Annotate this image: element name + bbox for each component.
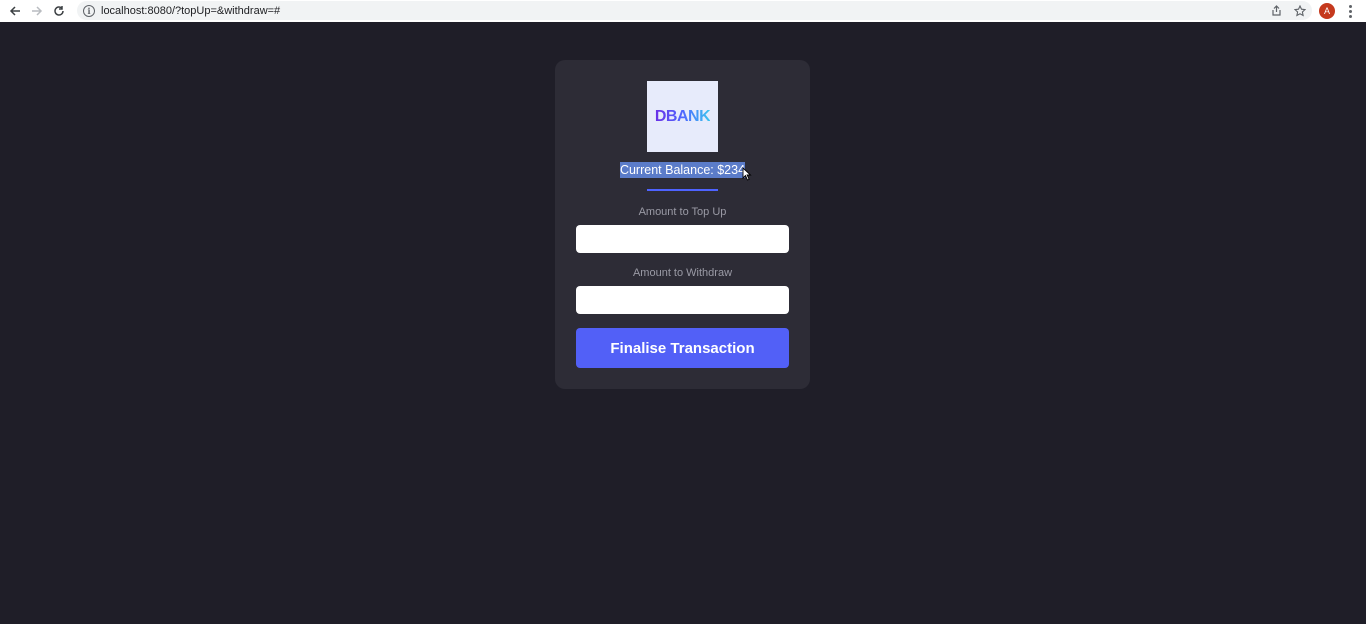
forward-arrow-icon[interactable] xyxy=(26,0,48,22)
share-icon[interactable] xyxy=(1268,3,1284,19)
profile-avatar[interactable]: A xyxy=(1319,3,1335,19)
bank-card: DBANK Current Balance: $234 Amount to To… xyxy=(555,60,810,389)
current-balance: Current Balance: $234 xyxy=(619,162,746,178)
dbank-logo: DBANK xyxy=(647,81,718,152)
url-text[interactable]: localhost:8080/?topUp=&withdraw=# xyxy=(101,5,280,17)
balance-row: Current Balance: $234 xyxy=(555,161,810,179)
topup-input[interactable] xyxy=(576,225,789,253)
address-bar[interactable]: i localhost:8080/?topUp=&withdraw=# xyxy=(77,1,1312,20)
topup-label: Amount to Top Up xyxy=(638,206,727,218)
withdraw-input[interactable] xyxy=(576,286,789,314)
logo-text: DBANK xyxy=(654,107,711,125)
more-vertical-icon[interactable] xyxy=(1343,2,1357,20)
reload-icon[interactable] xyxy=(48,0,70,22)
divider-line xyxy=(647,189,718,191)
star-icon[interactable] xyxy=(1292,3,1308,19)
finalise-transaction-button[interactable]: Finalise Transaction xyxy=(576,328,789,368)
info-icon[interactable]: i xyxy=(83,4,95,17)
back-arrow-icon[interactable] xyxy=(4,0,26,22)
withdraw-label: Amount to Withdraw xyxy=(632,267,733,279)
mouse-cursor-icon xyxy=(742,167,752,181)
browser-toolbar: i localhost:8080/?topUp=&withdraw=# A xyxy=(0,0,1366,22)
